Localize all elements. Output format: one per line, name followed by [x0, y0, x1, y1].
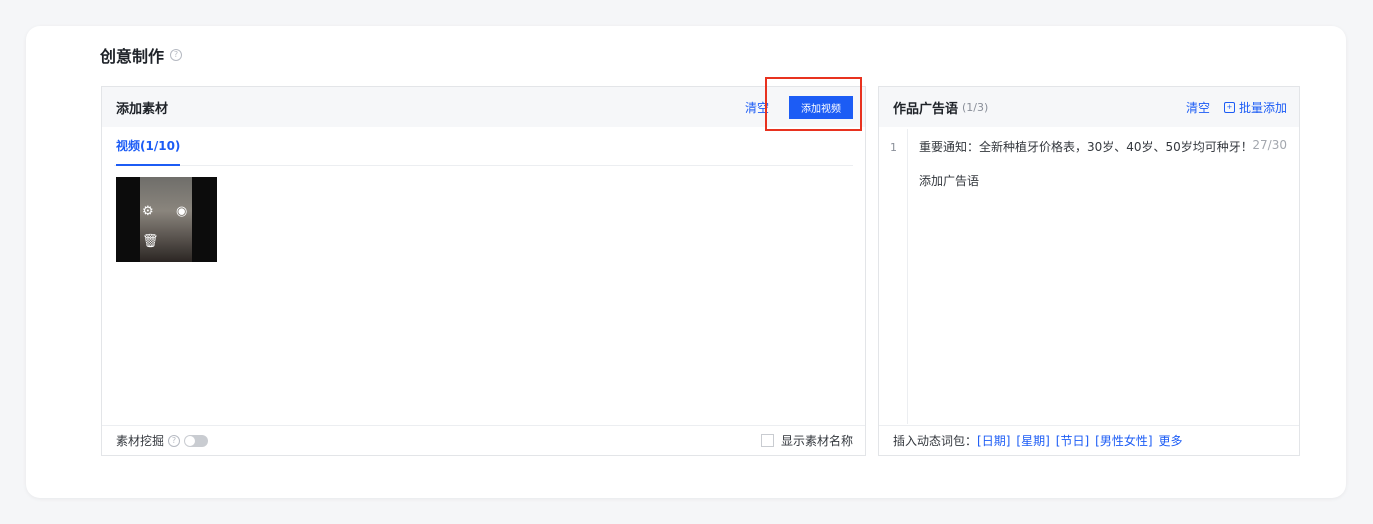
thumbnail-image	[140, 177, 192, 262]
materials-header: 添加素材 清空 添加视频	[102, 87, 865, 127]
line-number: 1	[890, 141, 897, 154]
ad-copy-footer: 插入动态词包： [日期] [星期] [节日] [男性女性] 更多	[879, 425, 1299, 455]
tag-holiday[interactable]: [节日]	[1056, 432, 1089, 449]
show-name-label[interactable]: 显示素材名称	[781, 432, 853, 449]
material-mining-label: 素材挖掘	[116, 434, 165, 448]
section-title-text: 创意制作	[100, 47, 165, 66]
ad-copy-header: 作品广告语 (1/3) 清空 + 批量添加	[879, 87, 1299, 127]
tab-video[interactable]: 视频(1/10)	[116, 137, 181, 166]
tag-more[interactable]: 更多	[1159, 432, 1183, 449]
batch-add-icon: +	[1223, 101, 1235, 113]
materials-tabs: 视频(1/10)	[114, 127, 853, 166]
ad-copy-line[interactable]: 重要通知：全新种植牙价格表，30岁、40岁、50岁均可种牙！	[919, 138, 1253, 155]
video-thumbnail[interactable]: ⚙ ◉ 🗑	[116, 177, 217, 262]
ad-copy-editor[interactable]: 1 重要通知：全新种植牙价格表，30岁、40岁、50岁均可种牙！ 27/30 添…	[879, 129, 1299, 424]
help-icon[interactable]: ?	[170, 49, 183, 61]
eye-icon[interactable]: ◉	[176, 205, 187, 218]
highlight-box	[765, 77, 862, 131]
materials-footer: 素材挖掘 ? 显示素材名称	[102, 425, 865, 455]
show-name-checkbox[interactable]	[760, 434, 774, 447]
ad-copy-char-count: 27/30	[1252, 138, 1287, 152]
add-ad-copy-input[interactable]: 添加广告语	[919, 172, 979, 189]
section-title: 创意制作 ?	[100, 43, 183, 67]
tag-gender[interactable]: [男性女性]	[1095, 432, 1152, 449]
materials-header-label: 添加素材	[116, 101, 169, 117]
line-gutter: 1	[879, 129, 908, 424]
material-mining-toggle[interactable]	[184, 434, 209, 447]
settings-icon[interactable]: ⚙	[142, 205, 154, 218]
help-icon[interactable]: ?	[168, 434, 181, 447]
ad-copy-count: (1/3)	[962, 100, 989, 114]
batch-add-button[interactable]: + 批量添加	[1223, 99, 1287, 116]
tag-weekday[interactable]: [星期]	[1016, 432, 1049, 449]
dynamic-words-label: 插入动态词包：	[893, 434, 978, 448]
tag-date[interactable]: [日期]	[977, 432, 1010, 449]
trash-icon[interactable]: 🗑	[142, 235, 159, 248]
ad-copy-header-label: 作品广告语	[893, 101, 959, 117]
batch-add-label: 批量添加	[1238, 100, 1287, 115]
materials-panel: 添加素材 清空 添加视频 视频(1/10) ⚙ ◉ 🗑 素材挖掘 ? 显示素材名…	[101, 86, 866, 456]
ad-copy-panel: 作品广告语 (1/3) 清空 + 批量添加 1 重要通知：全新种植牙价格表，30…	[878, 86, 1300, 456]
clear-ad-copy-button[interactable]: 清空	[1186, 99, 1210, 116]
